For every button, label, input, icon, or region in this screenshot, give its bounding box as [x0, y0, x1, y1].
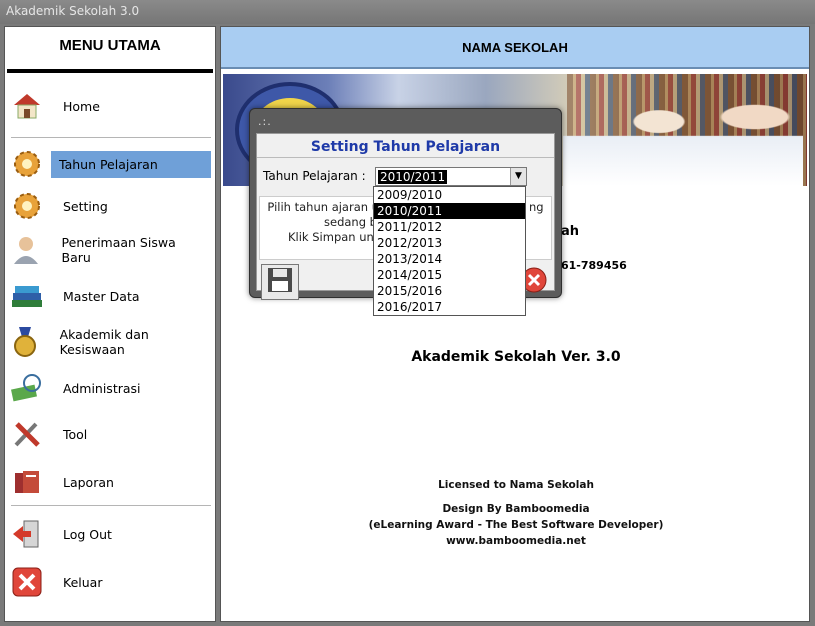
- sidebar-item-tahun-pelajaran[interactable]: Tahun Pelajaran: [9, 147, 211, 181]
- website-link[interactable]: www.bamboomedia.net: [221, 535, 811, 547]
- books-icon: [9, 279, 45, 313]
- sidebar-item-master-data[interactable]: Master Data: [9, 279, 211, 313]
- gear-icon: [9, 147, 45, 181]
- dialog-title: Setting Tahun Pelajaran: [257, 134, 554, 158]
- menu-divider: [11, 505, 211, 506]
- sidebar-item-label: Laporan: [63, 474, 114, 490]
- sidebar-item-label: Akademik dan Kesiswaan: [59, 327, 149, 357]
- user-icon: [9, 233, 44, 267]
- sidebar-item-akademik-dan-kesiswaan[interactable]: Akademik dan Kesiswaan: [9, 325, 211, 359]
- money-icon: [9, 371, 45, 405]
- option-item[interactable]: 2014/2015: [374, 267, 525, 283]
- school-phone-text: 61-789456: [561, 259, 627, 272]
- field-label: Tahun Pelajaran :: [263, 169, 366, 183]
- sidebar-item-label: Keluar: [63, 574, 103, 590]
- award-credit: (eLearning Award - The Best Software Dev…: [368, 519, 664, 531]
- option-item[interactable]: 2016/2017: [374, 299, 525, 315]
- sidebar-item-label: Penerimaan Siswa Baru: [61, 235, 176, 265]
- save-button[interactable]: [261, 264, 299, 300]
- sidebar-item-keluar[interactable]: Keluar: [9, 565, 211, 599]
- sidebar-item-administrasi[interactable]: Administrasi: [9, 371, 211, 405]
- report-icon: [9, 465, 45, 499]
- selected-value: 2010/2011: [378, 170, 448, 184]
- option-item[interactable]: 2013/2014: [374, 251, 525, 267]
- sidebar-item-penerimaan-siswa-baru[interactable]: Penerimaan Siswa Baru: [9, 233, 211, 267]
- tools-icon: [9, 417, 45, 451]
- floppy-icon: [266, 266, 294, 298]
- app-version: Akademik Sekolah Ver. 3.0: [411, 349, 621, 365]
- option-item-selected[interactable]: 2010/2011: [374, 203, 525, 219]
- sidebar-item-home[interactable]: Home: [9, 89, 211, 123]
- info-line-1: Pilih tahun ajaran u: [267, 200, 379, 214]
- menu-divider: [11, 137, 211, 138]
- house-icon: [9, 89, 45, 123]
- tahun-pelajaran-options: 2009/2010 2010/2011 2011/2012 2012/2013 …: [373, 186, 526, 316]
- option-item[interactable]: 2015/2016: [374, 283, 525, 299]
- tahun-pelajaran-select[interactable]: 2010/2011 ▼: [375, 167, 527, 186]
- medal-icon: [9, 325, 42, 359]
- sidebar-item-label: Log Out: [63, 526, 112, 542]
- menu-title: MENU UTAMA: [59, 37, 161, 54]
- option-item[interactable]: 2011/2012: [374, 219, 525, 235]
- option-item[interactable]: 2009/2010: [374, 187, 525, 203]
- school-name-text: ah: [561, 224, 580, 239]
- design-credit: Design By Bamboomedia: [442, 503, 590, 515]
- sidebar-item-label: Setting: [63, 198, 108, 214]
- sidebar-item-label: Tool: [63, 426, 88, 442]
- info-line-3: Klik Simpan untu: [288, 230, 386, 244]
- sidebar-item-label: Administrasi: [63, 380, 141, 396]
- sidebar-item-setting[interactable]: Setting: [9, 189, 211, 223]
- sidebar-item-log-out[interactable]: Log Out: [9, 517, 211, 551]
- sidebar: MENU UTAMA Home Tahun Pelajaran Setting …: [4, 26, 216, 622]
- license-text: Licensed to Nama Sekolah: [438, 479, 594, 491]
- sidebar-item-tool[interactable]: Tool: [9, 417, 211, 451]
- chevron-down-icon[interactable]: ▼: [510, 168, 526, 185]
- sidebar-item-label: Tahun Pelajaran: [51, 150, 211, 178]
- gear-icon: [9, 189, 45, 223]
- logout-icon: [9, 517, 45, 551]
- sidebar-item-label: Master Data: [63, 288, 140, 304]
- option-item[interactable]: 2012/2013: [374, 235, 525, 251]
- school-header: NAMA SEKOLAH: [221, 27, 809, 69]
- window-title: Akademik Sekolah 3.0: [0, 0, 815, 24]
- info-line-1-tail: ng: [529, 200, 544, 214]
- menu-divider: [7, 69, 213, 73]
- sidebar-item-laporan[interactable]: Laporan: [9, 465, 211, 499]
- drag-handle[interactable]: .:.: [258, 115, 272, 128]
- sidebar-item-label: Home: [63, 98, 100, 114]
- close-icon: [9, 565, 45, 599]
